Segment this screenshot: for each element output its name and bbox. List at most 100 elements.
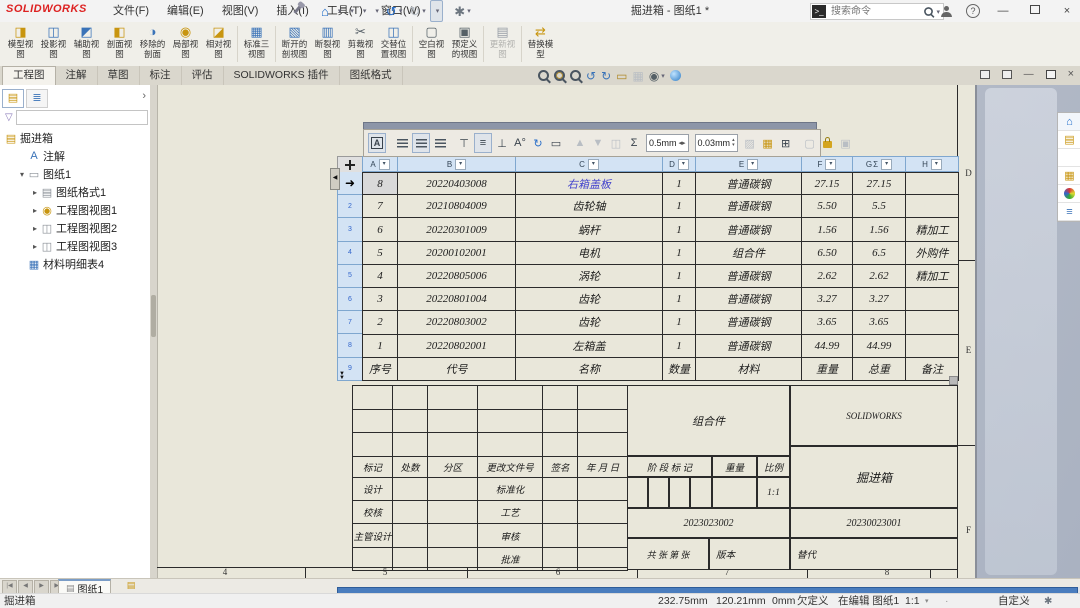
rotate-text-button[interactable]: A° [512, 134, 528, 152]
zoom-dropdown-icon[interactable]: ▾ [925, 594, 929, 608]
doc-close-button[interactable]: × [1068, 68, 1074, 80]
bom-column-header[interactable]: E▾ [696, 156, 802, 172]
titleblock-cell[interactable] [428, 478, 478, 501]
titleblock-cell[interactable]: 更改文件号 [478, 457, 543, 478]
print-button[interactable]: ▾ [370, 1, 382, 21]
bom-cell[interactable]: 精加工 [906, 265, 959, 288]
dropdown-arrow-icon[interactable]: ▾ [399, 7, 403, 15]
status-zoom-scale[interactable]: 1:1 [905, 594, 920, 608]
bom-cell[interactable]: 1 [663, 242, 696, 265]
bom-cell[interactable]: 普通碳钢 [696, 195, 802, 218]
user-account-icon[interactable] [941, 6, 952, 16]
bom-cell[interactable]: 44.99 [853, 335, 906, 358]
bom-cell[interactable]: 电机 [516, 242, 663, 265]
minimize-button[interactable]: — [994, 5, 1012, 17]
bom-cell[interactable]: 6 [363, 218, 398, 241]
titleblock-cell[interactable] [543, 478, 578, 501]
titleblock-cell[interactable]: 审核 [478, 524, 543, 548]
bom-column-header[interactable]: A▾ [362, 156, 398, 172]
first-sheet-button[interactable]: |◀ [2, 580, 17, 594]
tree-expand-icon[interactable]: ▸ [30, 242, 40, 251]
bom-cell[interactable]: 20220805006 [398, 265, 516, 288]
prev-sheet-button[interactable]: ◀ [18, 580, 33, 594]
titleblock-cell[interactable]: 标记 [353, 457, 393, 478]
bom-cell[interactable]: 2.62 [853, 265, 906, 288]
bom-cell[interactable]: 普通碳钢 [696, 265, 802, 288]
fit-text-button[interactable]: ▭ [548, 134, 564, 152]
featuremanager-tab[interactable]: ▤ [2, 89, 24, 108]
titleblock-cell[interactable] [478, 433, 543, 457]
titleblock-cell[interactable] [478, 386, 543, 410]
command-button[interactable]: ▥断裂视图 [311, 23, 344, 65]
tree-item[interactable]: ▸◉工程图视图1 [0, 201, 150, 219]
bom-footer-cell[interactable]: 代号 [398, 358, 516, 381]
command-button[interactable]: ◫交替位置视图 [377, 23, 410, 65]
bom-column-header[interactable]: D▾ [663, 156, 696, 172]
titleblock-cell[interactable] [428, 501, 478, 524]
titleblock-cell[interactable] [393, 524, 428, 548]
tree-item-root[interactable]: ▤掘进箱 [0, 129, 150, 147]
titleblock-cell[interactable] [353, 386, 393, 410]
open-button[interactable]: ▾ [345, 1, 357, 21]
tree-item[interactable]: A注解 [0, 147, 150, 165]
bom-row-handle[interactable]: 3 [337, 218, 363, 241]
close-button[interactable]: × [1058, 5, 1076, 17]
bom-cell[interactable] [906, 311, 959, 334]
bom-cell[interactable]: 20220403008 [398, 172, 516, 195]
spinner-arrows-icon[interactable]: ▴▾ [732, 138, 735, 148]
redraw-button[interactable]: ↻ [601, 69, 611, 83]
options-gear-button[interactable]: ✱▾ [451, 1, 473, 21]
bom-cell[interactable]: 3.27 [853, 288, 906, 311]
align-right-button[interactable] [432, 134, 448, 152]
command-button[interactable]: ▦标准三视图 [240, 23, 273, 65]
row_height-spinner[interactable]: 0.5mm◂▸ [646, 134, 689, 152]
column-filter-arrow-icon[interactable]: ▾ [881, 159, 892, 170]
titleblock-cell[interactable] [578, 410, 628, 433]
titleblock-cell[interactable] [578, 386, 628, 410]
bom-cell[interactable]: 蜗杆 [516, 218, 663, 241]
bom-resize-grip[interactable] [949, 376, 958, 385]
bom-footer-cell[interactable]: 名称 [516, 358, 663, 381]
bom-cell[interactable]: 6.5 [853, 242, 906, 265]
bom-cell[interactable] [906, 288, 959, 311]
tree-filter-input[interactable] [16, 110, 148, 125]
file-explorer-button[interactable] [1058, 149, 1080, 167]
titleblock-sheets[interactable]: 共 张 第 张 [627, 538, 709, 570]
formula-sigma-button[interactable]: Σ [626, 134, 642, 152]
column-filter-arrow-icon[interactable]: ▾ [588, 159, 599, 170]
ribbon-tab[interactable]: 评估 [182, 66, 224, 85]
titleblock-drawing_no[interactable]: 20230023001 [790, 508, 958, 538]
align-left-button[interactable] [394, 134, 410, 152]
titleblock-cell[interactable]: 签名 [543, 457, 578, 478]
unit-dropdown-icon[interactable]: ▾ [1026, 594, 1030, 608]
bom-collapse-tab[interactable]: ◀ [330, 168, 340, 190]
titleblock-cell[interactable] [353, 410, 393, 433]
dropdown-arrow-icon[interactable]: ▾ [661, 72, 665, 80]
menu-item[interactable]: 视图(V) [213, 0, 268, 22]
bom-cell[interactable]: 3.27 [802, 288, 853, 311]
ribbon-tab[interactable]: SOLIDWORKS 插件 [224, 66, 340, 85]
bom-cell[interactable]: 6.50 [802, 242, 853, 265]
doc-minimize-button[interactable]: — [1024, 69, 1034, 80]
ribbon-tab[interactable]: 草图 [98, 66, 140, 85]
command-button[interactable]: ✂剪裁视图 [344, 23, 377, 65]
status-gear-icon[interactable]: ✱ [1044, 594, 1052, 608]
bom-cell[interactable]: 普通碳钢 [696, 218, 802, 241]
valign-bottom-button[interactable]: ⊥ [494, 134, 510, 152]
add-sheet-button[interactable]: ▤ [122, 580, 140, 593]
ribbon-tab[interactable]: 注解 [56, 66, 98, 85]
custom-properties-button[interactable]: ≡ [1058, 203, 1080, 221]
bom-cell[interactable]: 1 [663, 335, 696, 358]
titleblock-cell[interactable]: 工艺 [478, 501, 543, 524]
tree-item[interactable]: ▸▤图纸格式1 [0, 183, 150, 201]
bom-cell[interactable]: 1 [663, 172, 696, 195]
command-search-input[interactable] [829, 5, 923, 18]
titleblock-code[interactable]: 2023023002 [627, 508, 790, 538]
bom-cell[interactable]: 1 [663, 218, 696, 241]
bom-cell[interactable]: 1 [663, 265, 696, 288]
bom-cell[interactable]: 齿轮 [516, 311, 663, 334]
table-format-button[interactable]: ▦ [760, 134, 776, 152]
command-button[interactable]: ◑移除的剖面 [136, 23, 169, 65]
bom-cell[interactable]: 20220802001 [398, 335, 516, 358]
tree-item[interactable]: ▾▭图纸1 [0, 165, 150, 183]
